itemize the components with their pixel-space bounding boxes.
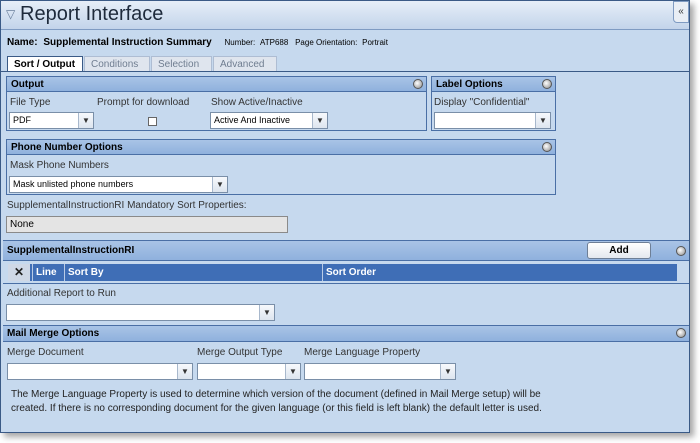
mail-merge-title: Mail Merge Options: [7, 328, 100, 339]
prompt-download-checkbox[interactable]: [148, 117, 157, 126]
sort-grid-panel: SupplementalInstructionRI Add ✕ Line Sor…: [3, 240, 689, 284]
chevron-down-icon: ▼: [259, 305, 274, 320]
tab-sort-output[interactable]: Sort / Output: [7, 56, 83, 71]
chevron-down-icon: ▼: [535, 113, 550, 128]
merge-language-note-line1: The Merge Language Property is used to d…: [11, 389, 541, 400]
merge-language-note-line2: created. If there is no corresponding do…: [11, 403, 542, 414]
merge-document-label: Merge Document: [7, 347, 84, 358]
tab-divider: [1, 71, 689, 72]
file-type-select[interactable]: PDF ▼: [9, 112, 94, 129]
number-label: Number:: [224, 38, 256, 47]
output-collapse-icon[interactable]: [413, 79, 423, 89]
merge-output-type-label: Merge Output Type: [197, 347, 283, 358]
prompt-download-label: Prompt for download: [97, 97, 190, 108]
window-title: Report Interface: [20, 3, 164, 25]
chevron-down-icon: ▼: [78, 113, 93, 128]
show-active-value: Active And Inactive: [214, 115, 291, 125]
phone-options-panel: Phone Number Options Mask Phone Numbers …: [6, 139, 556, 195]
mask-phone-value: Mask unlisted phone numbers: [13, 179, 134, 189]
report-interface-window: ▽ Report Interface « Name: Supplemental …: [0, 0, 690, 433]
sort-grid-title: SupplementalInstructionRI: [7, 245, 135, 256]
file-type-label: File Type: [10, 97, 51, 108]
report-name: Supplemental Instruction Summary: [43, 37, 212, 48]
tab-selection[interactable]: Selection: [151, 56, 212, 71]
report-number: ATP688: [259, 38, 289, 47]
output-title: Output: [11, 79, 44, 90]
merge-output-type-select[interactable]: ▼: [197, 363, 301, 380]
tab-advanced[interactable]: Advanced: [213, 56, 277, 71]
report-info: Name: Supplemental Instruction Summary N…: [7, 37, 388, 48]
chevron-down-icon: ▼: [285, 364, 300, 379]
mask-phone-label: Mask Phone Numbers: [10, 160, 109, 171]
phone-options-header: Phone Number Options: [7, 140, 555, 155]
label-options-header: Label Options: [432, 77, 555, 92]
output-panel: Output File Type PDF ▼ Prompt for downlo…: [6, 76, 427, 131]
additional-report-select[interactable]: ▼: [6, 304, 275, 321]
delete-icon[interactable]: ✕: [8, 264, 30, 281]
chevron-down-icon: ▼: [440, 364, 455, 379]
mail-merge-header: Mail Merge Options: [3, 326, 689, 342]
display-confidential-select[interactable]: ▼: [434, 112, 551, 129]
display-confidential-label: Display "Confidential": [434, 97, 530, 108]
chevron-down-icon: ▼: [312, 113, 327, 128]
filter-icon: ▽: [6, 7, 16, 21]
sort-grid-collapse-icon[interactable]: [676, 246, 686, 256]
chevron-down-icon: ▼: [177, 364, 192, 379]
mandatory-sort-label: SupplementalInstructionRI Mandatory Sort…: [7, 200, 247, 211]
label-options-panel: Label Options Display "Confidential" ▼: [431, 76, 556, 131]
column-sort-order: Sort Order: [322, 264, 677, 281]
sort-grid-header: SupplementalInstructionRI Add: [3, 241, 689, 261]
mask-phone-select[interactable]: Mask unlisted phone numbers ▼: [9, 176, 228, 193]
orientation-label: Page Orientation:: [295, 38, 358, 47]
mail-merge-collapse-icon[interactable]: [676, 328, 686, 338]
additional-report-label: Additional Report to Run: [7, 288, 116, 299]
show-active-select[interactable]: Active And Inactive ▼: [210, 112, 328, 129]
label-options-collapse-icon[interactable]: [542, 79, 552, 89]
phone-options-title: Phone Number Options: [11, 142, 123, 153]
chevron-down-icon: ▼: [212, 177, 227, 192]
mandatory-sort-field: None: [6, 216, 288, 233]
mail-merge-panel: Mail Merge Options Merge Document ▼ Merg…: [3, 325, 689, 418]
show-active-label: Show Active/Inactive: [211, 97, 303, 108]
merge-language-select[interactable]: ▼: [304, 363, 456, 380]
tab-conditions[interactable]: Conditions: [84, 56, 150, 71]
file-type-value: PDF: [13, 115, 31, 125]
name-label: Name:: [7, 37, 38, 48]
collapse-button[interactable]: «: [673, 1, 689, 23]
title-bar: ▽ Report Interface «: [1, 1, 689, 30]
merge-document-select[interactable]: ▼: [7, 363, 193, 380]
column-sort-by: Sort By: [64, 264, 322, 281]
column-line: Line: [32, 264, 64, 281]
phone-options-collapse-icon[interactable]: [542, 142, 552, 152]
orientation-value: Portrait: [362, 38, 388, 47]
add-sort-button[interactable]: Add: [587, 242, 651, 259]
merge-language-label: Merge Language Property: [304, 347, 421, 358]
output-header: Output: [7, 77, 426, 92]
label-options-title: Label Options: [436, 79, 503, 90]
sort-grid-columns: ✕ Line Sort By Sort Order: [8, 264, 677, 281]
